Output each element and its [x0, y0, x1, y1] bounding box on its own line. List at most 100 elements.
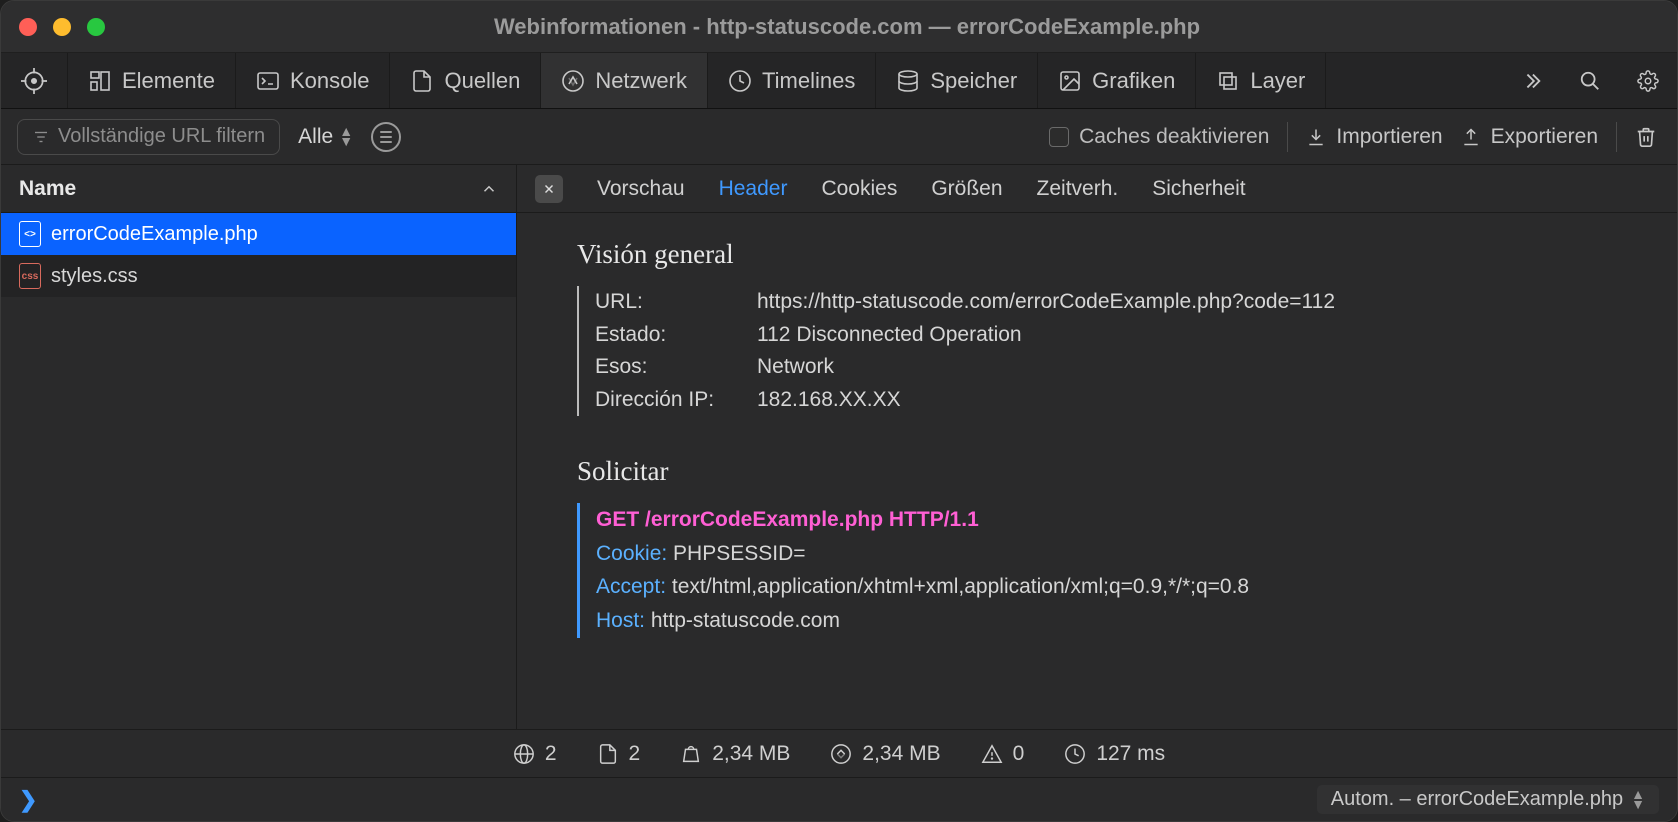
request-name: styles.css	[51, 265, 138, 288]
divider	[1287, 122, 1288, 152]
detail-tab-sicherheit[interactable]: Sicherheit	[1152, 177, 1245, 201]
main-split: Name <> errorCodeExample.php css styles.…	[1, 165, 1677, 729]
tab-label: Konsole	[290, 68, 370, 94]
tab-grafiken[interactable]: Grafiken	[1038, 53, 1196, 108]
tabs-overflow-button[interactable]	[1503, 53, 1561, 108]
context-selector[interactable]: Autom. – errorCodeExample.php ▲▼	[1317, 785, 1659, 814]
stat-size-1: 2,34 MB	[680, 742, 790, 766]
overview-row: Dirección IP:182.168.XX.XX	[595, 384, 1627, 417]
overview-row: URL:https://http-statuscode.com/errorCod…	[595, 286, 1627, 319]
overview-block: URL:https://http-statuscode.com/errorCod…	[577, 286, 1627, 416]
request-header-row: Accept: text/html,application/xhtml+xml,…	[596, 570, 1627, 604]
settings-button[interactable]	[1619, 53, 1677, 108]
tab-speicher[interactable]: Speicher	[876, 53, 1038, 108]
stat-resources: 2	[597, 742, 641, 766]
stat-domains: 2	[513, 742, 557, 766]
overview-row: Estado:112 Disconnected Operation	[595, 319, 1627, 352]
dropdown-label: Alle	[298, 125, 333, 149]
detail-panel: Vorschau Header Cookies Größen Zeitverh.…	[517, 165, 1677, 729]
tab-label: Quellen	[444, 68, 520, 94]
url-filter-input[interactable]: Vollständige URL filtern	[17, 119, 280, 155]
divider	[1616, 122, 1617, 152]
inspect-element-button[interactable]	[1, 53, 68, 108]
export-label: Exportieren	[1491, 125, 1598, 149]
detail-tab-zeitverh[interactable]: Zeitverh.	[1037, 177, 1119, 201]
import-icon	[1306, 127, 1326, 147]
detail-tab-groessen[interactable]: Größen	[931, 177, 1002, 201]
updown-icon: ▲▼	[339, 127, 353, 147]
requests-sidebar: Name <> errorCodeExample.php css styles.…	[1, 165, 517, 729]
tab-label: Elemente	[122, 68, 215, 94]
close-window-button[interactable]	[19, 18, 37, 36]
context-label: Autom. – errorCodeExample.php	[1331, 788, 1623, 811]
export-icon	[1461, 127, 1481, 147]
window-title: Webinformationen - http-statuscode.com —…	[105, 14, 1659, 40]
layers-icon	[1216, 69, 1240, 93]
warning-icon	[981, 743, 1003, 765]
stat-errors: 0	[981, 742, 1025, 766]
detail-tabs: Vorschau Header Cookies Größen Zeitverh.…	[517, 165, 1677, 213]
tab-konsole[interactable]: Konsole	[236, 53, 391, 108]
search-button[interactable]	[1561, 53, 1619, 108]
console-bar: ❯ Autom. – errorCodeExample.php ▲▼	[1, 777, 1677, 821]
overview-row: Esos:Network	[595, 351, 1627, 384]
request-row[interactable]: <> errorCodeExample.php	[1, 213, 516, 255]
detail-tab-header[interactable]: Header	[719, 177, 788, 201]
status-bar: 2 2 2,34 MB 2,34 MB 0 127 ms	[1, 729, 1677, 777]
import-button[interactable]: Importieren	[1306, 125, 1442, 149]
request-title: Solicitar	[577, 456, 1627, 487]
filter-placeholder: Vollständige URL filtern	[58, 125, 265, 148]
tab-elemente[interactable]: Elemente	[68, 53, 236, 108]
disable-caches-checkbox[interactable]: Caches deaktivieren	[1049, 125, 1269, 149]
search-icon	[1579, 70, 1601, 92]
maximize-window-button[interactable]	[87, 18, 105, 36]
tab-label: Netzwerk	[595, 68, 687, 94]
stat-time: 127 ms	[1064, 742, 1165, 766]
traffic-lights	[19, 18, 105, 36]
checkbox-label: Caches deaktivieren	[1079, 125, 1269, 149]
checkbox-box	[1049, 127, 1069, 147]
request-name: errorCodeExample.php	[51, 223, 258, 246]
sidebar-header[interactable]: Name	[1, 165, 516, 213]
network-icon	[561, 69, 585, 93]
tabs-bar: Elemente Konsole Quellen Netzwerk Timeli…	[1, 53, 1677, 109]
file-icon: <>	[19, 221, 41, 247]
detail-body: Visión general URL:https://http-statusco…	[517, 213, 1677, 729]
trash-icon	[1635, 126, 1657, 148]
request-row[interactable]: css styles.css	[1, 255, 516, 297]
tab-label: Timelines	[762, 68, 855, 94]
window: Webinformationen - http-statuscode.com —…	[0, 0, 1678, 822]
graphics-icon	[1058, 69, 1082, 93]
file-icon: css	[19, 263, 41, 289]
console-icon	[256, 69, 280, 93]
detail-tab-vorschau[interactable]: Vorschau	[597, 177, 685, 201]
close-detail-button[interactable]	[535, 175, 563, 203]
tab-timelines[interactable]: Timelines	[708, 53, 876, 108]
sidebar-header-title: Name	[19, 177, 76, 201]
tab-label: Speicher	[930, 68, 1017, 94]
transfer-icon	[830, 743, 852, 765]
close-icon	[542, 182, 556, 196]
console-prompt-icon[interactable]: ❯	[19, 787, 37, 813]
filter-icon	[32, 128, 50, 146]
lines-icon	[380, 131, 392, 143]
stat-size-2: 2,34 MB	[830, 742, 940, 766]
detail-tab-cookies[interactable]: Cookies	[821, 177, 897, 201]
tab-layer[interactable]: Layer	[1196, 53, 1326, 108]
tab-quellen[interactable]: Quellen	[390, 53, 541, 108]
request-list: <> errorCodeExample.php css styles.css	[1, 213, 516, 729]
type-filter-dropdown[interactable]: Alle ▲▼	[298, 125, 353, 149]
tab-netzwerk[interactable]: Netzwerk	[541, 53, 708, 108]
clock-icon	[1064, 743, 1086, 765]
sort-arrow-icon	[480, 180, 498, 198]
clear-button[interactable]	[1635, 126, 1661, 148]
overview-title: Visión general	[577, 239, 1627, 270]
tab-label: Layer	[1250, 68, 1305, 94]
request-header-row: Cookie: PHPSESSID=	[596, 537, 1627, 571]
minimize-window-button[interactable]	[53, 18, 71, 36]
request-block: GET /errorCodeExample.php HTTP/1.1 Cooki…	[577, 503, 1627, 637]
group-button[interactable]	[371, 122, 401, 152]
sources-icon	[410, 69, 434, 93]
storage-icon	[896, 69, 920, 93]
export-button[interactable]: Exportieren	[1461, 125, 1598, 149]
